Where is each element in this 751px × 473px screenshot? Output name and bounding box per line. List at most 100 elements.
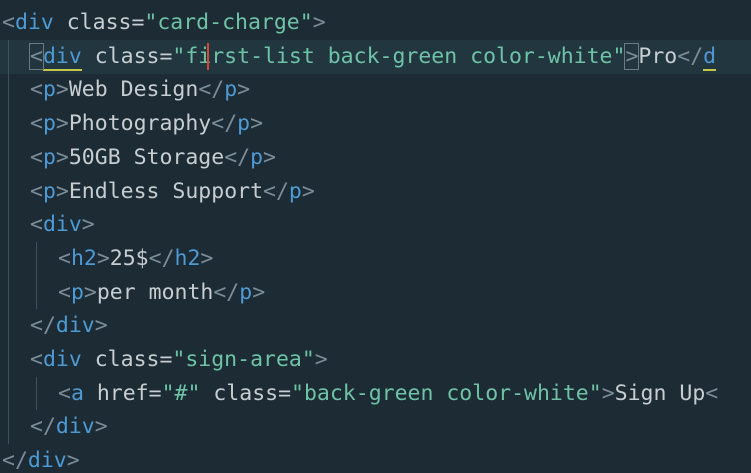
code-line[interactable]: <p>50GB Storage</p> [0, 141, 751, 175]
code-token-text: Sign Up [614, 380, 706, 406]
code-token-tag: p [42, 111, 56, 137]
code-line-content: <h2>25$</h2> [58, 242, 213, 276]
code-line-content: <div> [30, 208, 95, 242]
code-token-tag: p [70, 279, 84, 305]
code-line-content: <div class="card-charge"> [2, 6, 326, 40]
code-token-punc: </ [198, 77, 225, 103]
code-token-tag: div [42, 347, 82, 372]
code-line-content: </div> [30, 309, 108, 343]
code-token-punc: > [66, 448, 80, 473]
code-token-punc: > [312, 10, 326, 35]
code-token-attr: class= [53, 10, 145, 35]
code-token-punc: > [624, 42, 640, 70]
code-token-punc: > [263, 144, 276, 170]
code-token-tag: div [42, 43, 82, 71]
indent-guide [36, 241, 37, 310]
code-token-text: per month [96, 279, 214, 305]
code-token-punc: < [30, 111, 43, 137]
code-token-punc: > [81, 212, 95, 238]
code-line-content: <p>Web Design</p> [30, 73, 250, 107]
code-line[interactable]: </div> [0, 444, 751, 473]
code-token-punc: > [252, 279, 266, 305]
code-token-punc: </ [2, 448, 28, 473]
code-line[interactable]: <p>Endless Support</p> [0, 175, 751, 209]
text-cursor [207, 42, 209, 71]
code-token-attr: class= [200, 380, 292, 406]
code-token-tag: a [70, 380, 84, 406]
code-token-punc: </ [30, 313, 56, 339]
code-token-punc: < [2, 10, 15, 35]
code-token-tag: div [42, 212, 82, 238]
code-token-attr: href= [83, 380, 162, 406]
code-token-tag: p [42, 77, 56, 103]
indent-guide [8, 39, 9, 445]
code-token-text: Pro [638, 43, 678, 69]
code-token-str: "card-charge" [144, 10, 313, 35]
code-token-str: "back-green color-white" [291, 380, 602, 406]
code-token-punc: > [200, 245, 214, 271]
code-token-punc: > [83, 279, 97, 305]
code-token-tag: div [55, 313, 95, 339]
code-token-tag: h2 [174, 245, 201, 271]
code-token-attr: class= [81, 43, 173, 69]
code-token-punc: < [30, 347, 43, 372]
code-token-punc: < [705, 380, 719, 406]
code-token-str: "sign-area" [172, 347, 315, 372]
code-token-punc: > [94, 313, 108, 339]
code-line[interactable]: <div class="card-charge"> [0, 6, 751, 40]
code-line-content: <div class="first-list back-green color-… [29, 40, 717, 74]
code-line[interactable]: <div> [0, 208, 751, 242]
code-token-punc: > [55, 111, 69, 137]
code-token-tag: d [703, 43, 717, 71]
code-token-tag: h2 [70, 245, 97, 271]
code-token-punc: > [314, 347, 328, 372]
code-token-punc: > [96, 245, 110, 271]
code-token-punc: </ [30, 414, 56, 440]
code-line[interactable]: <div class="first-list back-green color-… [0, 39, 751, 74]
code-line[interactable]: <p>per month</p> [0, 276, 751, 310]
code-token-attr: class= [81, 347, 173, 372]
code-line-content: <p>Photography</p> [30, 107, 263, 141]
code-line[interactable]: </div> [0, 309, 751, 343]
code-line[interactable]: <h2>25$</h2> [0, 242, 751, 276]
code-line[interactable]: </div> [0, 410, 751, 444]
code-token-punc: </ [263, 178, 289, 204]
code-token-punc: > [55, 77, 69, 103]
code-token-punc: </ [677, 43, 704, 69]
code-line[interactable]: <p>Web Design</p> [0, 73, 751, 107]
code-token-punc: </ [211, 111, 238, 137]
code-token-tag: div [14, 10, 54, 35]
code-token-punc: > [237, 77, 251, 103]
code-token-punc: </ [224, 144, 251, 170]
code-token-punc: < [29, 42, 44, 70]
code-token-tag: p [250, 144, 264, 170]
code-line[interactable]: <p>Photography</p> [0, 107, 751, 141]
code-token-punc: < [30, 77, 43, 103]
code-token-str: "first-list back-green color-white" [172, 43, 626, 69]
code-token-text: Web Design [68, 77, 199, 103]
code-token-tag: p [239, 279, 253, 305]
code-token-punc: </ [148, 245, 175, 271]
code-token-text: Photography [68, 111, 212, 137]
code-token-punc: < [30, 212, 43, 238]
code-token-tag: p [42, 178, 56, 204]
code-token-str: "#" [161, 380, 201, 406]
code-line-content: </div> [2, 444, 80, 473]
code-editor[interactable]: <div class="card-charge"> <div class="fir… [0, 0, 751, 473]
code-token-punc: < [58, 279, 71, 305]
code-token-tag: div [27, 448, 67, 473]
code-token-text: Endless Support [68, 178, 264, 204]
code-line-content: <p>per month</p> [58, 276, 265, 310]
code-line-content: < a href="#" class="back-green color-whit… [58, 377, 718, 411]
code-token-text: 25$ [109, 245, 149, 271]
code-token-punc: > [94, 414, 108, 440]
code-line-content: <p>Endless Support</p> [30, 175, 315, 209]
code-token-punc: > [601, 380, 615, 406]
code-token-punc: > [55, 144, 69, 170]
code-line-content: </div> [30, 410, 108, 444]
code-token-tag: p [237, 111, 251, 137]
code-token-tag: p [42, 144, 56, 170]
code-line[interactable]: < a href="#" class="back-green color-whit… [0, 377, 751, 411]
code-line-content: <p>50GB Storage</p> [30, 141, 276, 175]
code-line[interactable]: <div class="sign-area"> [0, 343, 751, 377]
